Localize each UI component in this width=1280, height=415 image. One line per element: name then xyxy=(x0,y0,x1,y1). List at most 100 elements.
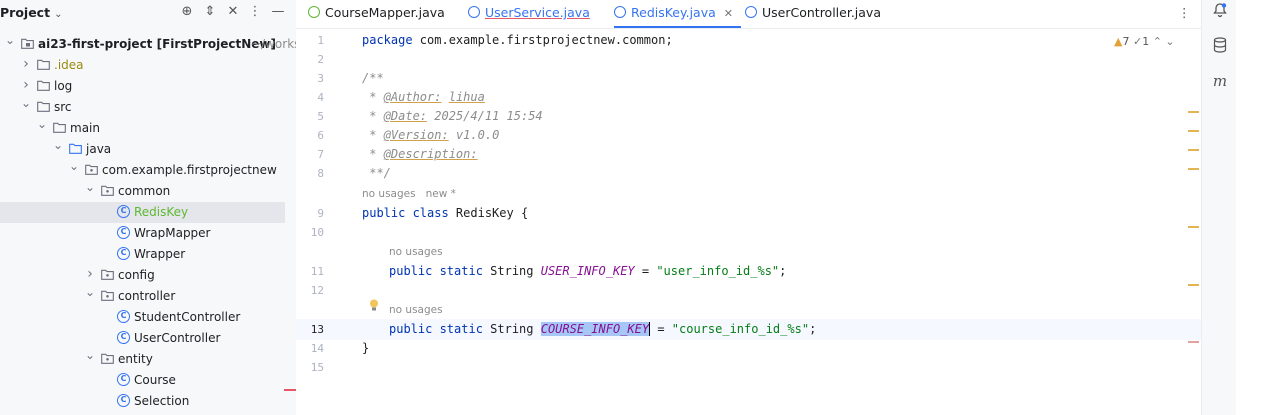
locate-file-icon[interactable]: ⊕ xyxy=(178,3,196,21)
class-icon: C xyxy=(117,247,130,260)
tree-item-ai23-first-project-firstprojectnew[interactable]: ⌄ ai23-first-project [FirstProjectNew] ~/w… xyxy=(0,33,296,55)
usages-hint[interactable]: no usages new * xyxy=(362,185,456,204)
line-number: 4 xyxy=(317,91,324,104)
line-number: 5 xyxy=(317,110,324,123)
chevron-down-icon[interactable]: ⌄ xyxy=(84,282,96,303)
expand-all-icon[interactable]: ⇕ xyxy=(201,3,219,21)
chevron-down-icon[interactable]: ⌄ xyxy=(84,177,96,198)
tab-course-mapper[interactable]: CourseMapper.java xyxy=(308,0,445,28)
tree-item-com-example-firstprojectnew[interactable]: ⌄ com.example.firstprojectnew xyxy=(0,159,296,181)
error-stripe-mark[interactable] xyxy=(1188,130,1199,132)
database-icon[interactable] xyxy=(1210,37,1230,57)
chevron-down-icon[interactable]: ⌄ xyxy=(84,345,96,366)
line-number: 1 xyxy=(317,34,324,47)
code-line-6: * @Version: v1.0.0 xyxy=(362,128,500,142)
code-line-4: * @Author: lihua xyxy=(362,90,485,104)
chevron-down-icon[interactable]: ⌄ xyxy=(20,93,32,114)
tab-redis-key[interactable]: RedisKey.java ✕ xyxy=(614,0,741,28)
chevron-right-icon[interactable]: › xyxy=(20,54,32,75)
maven-icon[interactable]: m xyxy=(1210,71,1230,91)
tree-item-label: src xyxy=(54,100,72,114)
code-line-13: public static String COURSE_INFO_KEY = "… xyxy=(389,322,817,336)
project-view-selector[interactable]: Project ⌄ xyxy=(0,5,62,20)
tree-item-config[interactable]: › config xyxy=(0,265,296,286)
tree-item-label: log xyxy=(54,79,73,93)
chevron-down-icon[interactable]: ⌄ xyxy=(4,30,16,51)
class-icon: C xyxy=(117,373,130,386)
tree-item-usercontroller[interactable]: C UserController xyxy=(0,328,296,349)
tree-item-rediskey[interactable]: C RedisKey xyxy=(0,202,285,223)
line-number: 8 xyxy=(317,167,324,180)
chevron-down-icon[interactable]: ⌄ xyxy=(52,135,64,156)
package-icon xyxy=(101,185,114,196)
tree-item-label: common xyxy=(118,184,171,198)
line-number: 14 xyxy=(310,342,324,355)
selected-text: COURSE_INFO_KEY xyxy=(540,322,650,336)
tree-item-label: java xyxy=(86,142,112,156)
line-number: 6 xyxy=(317,129,324,142)
tree-item-wrapper[interactable]: C Wrapper xyxy=(0,244,296,265)
line-number: 13 xyxy=(310,323,324,336)
class-icon: C xyxy=(117,226,130,239)
interface-icon xyxy=(308,6,320,18)
tree-item-label: UserController xyxy=(134,331,221,345)
tree-item-main[interactable]: ⌄ main xyxy=(0,117,296,139)
collapse-all-icon[interactable]: ✕ xyxy=(224,3,242,21)
line-number: 12 xyxy=(310,284,324,297)
usages-hint[interactable]: no usages xyxy=(389,243,443,262)
tree-item-label: Course xyxy=(134,373,176,387)
class-icon xyxy=(745,6,757,18)
code-line-7: * @Description: xyxy=(362,147,478,161)
line-number: 7 xyxy=(317,148,324,161)
tree-item-log[interactable]: › log xyxy=(0,76,296,97)
usages-hint[interactable]: no usages xyxy=(389,301,443,320)
tree-item-course[interactable]: C Course xyxy=(0,370,296,391)
folder-icon xyxy=(37,59,50,70)
tree-item-label: RedisKey xyxy=(134,205,189,219)
tree-item-entity[interactable]: ⌄ entity xyxy=(0,348,296,370)
error-stripe-mark[interactable] xyxy=(1188,149,1199,151)
tree-item-common[interactable]: ⌄ common xyxy=(0,180,296,202)
tree-item-java[interactable]: ⌄ java xyxy=(0,138,296,160)
close-tab-icon[interactable]: ✕ xyxy=(724,7,733,20)
inspection-widget[interactable]: ▲7 ✓1 ⌃ ⌄ xyxy=(1114,35,1175,48)
notifications-icon[interactable] xyxy=(1210,2,1230,22)
tabs-menu-icon[interactable]: ⋮ xyxy=(1178,0,1191,28)
tree-item-label: .idea xyxy=(54,58,84,72)
folder-icon xyxy=(53,122,66,133)
chevron-down-icon: ⌄ xyxy=(54,9,63,20)
background-area xyxy=(1236,0,1280,415)
tree-item-label: config xyxy=(118,268,155,282)
line-number: 10 xyxy=(310,226,324,239)
error-stripe-mark[interactable] xyxy=(1188,341,1199,343)
error-stripe-mark[interactable] xyxy=(1188,168,1199,170)
error-stripe-mark[interactable] xyxy=(1188,226,1199,228)
error-stripe-mark[interactable] xyxy=(1188,111,1199,113)
package-icon xyxy=(85,164,98,175)
chevron-down-icon[interactable]: ⌄ xyxy=(36,114,48,135)
error-stripe-mark xyxy=(284,389,296,391)
minimize-icon[interactable]: — xyxy=(269,3,287,21)
tab-user-service[interactable]: UserService.java xyxy=(468,0,590,28)
error-stripe-mark[interactable] xyxy=(1188,284,1199,286)
folder-icon xyxy=(37,101,50,112)
tree-item-idea[interactable]: › .idea xyxy=(0,55,296,76)
module-folder-icon xyxy=(21,38,34,49)
tree-item-selection[interactable]: C Selection xyxy=(0,391,296,412)
chevron-down-icon[interactable]: ⌄ xyxy=(68,156,80,177)
code-line-5: * @Date: 2025/4/11 15:54 xyxy=(362,109,543,123)
tree-item-controller[interactable]: ⌄ controller xyxy=(0,285,296,307)
line-number: 2 xyxy=(317,53,324,66)
tree-item-label: Wrapper xyxy=(134,247,186,261)
tree-item-wrapmapper[interactable]: C WrapMapper xyxy=(0,223,296,244)
options-menu-icon[interactable]: ⋮ xyxy=(246,3,264,21)
tab-user-controller[interactable]: UserController.java xyxy=(745,0,881,28)
source-folder-icon xyxy=(69,143,82,154)
intention-bulb-icon[interactable] xyxy=(369,299,379,311)
right-toolbar: m xyxy=(1201,0,1237,415)
line-number: 15 xyxy=(310,361,324,374)
chevron-down-icon[interactable]: ⌄ xyxy=(1165,35,1174,48)
tree-item-studentcontroller[interactable]: C StudentController xyxy=(0,307,296,328)
chevron-up-icon[interactable]: ⌃ xyxy=(1153,35,1162,48)
tree-item-label: WrapMapper xyxy=(134,226,211,240)
